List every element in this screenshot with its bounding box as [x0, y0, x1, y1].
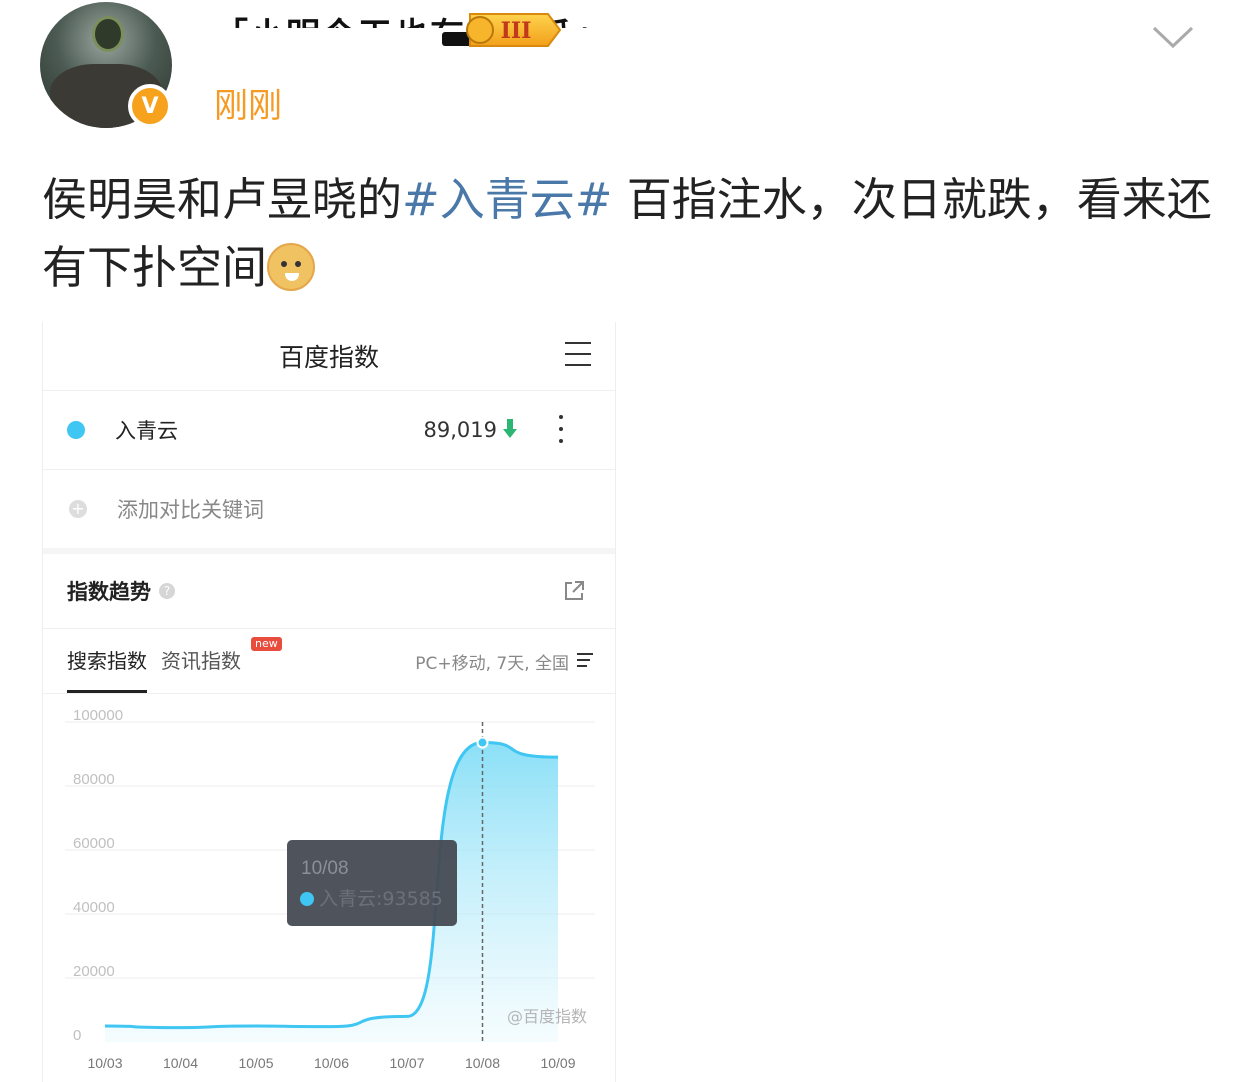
more-vertical-icon[interactable]	[559, 415, 565, 443]
x-tick-label: 10/09	[540, 1055, 575, 1071]
post-text: 侯明昊和卢昱晓的#入青云# 百指注水，次日就跌，看来还有下扑空间	[42, 166, 1212, 302]
help-icon[interactable]: ?	[159, 583, 175, 599]
y-tick-label: 60000	[73, 835, 115, 852]
trend-chart: 100000 80000 60000 40000 20000 0 10/03 10/04 10/…	[65, 707, 595, 1071]
new-badge: new	[251, 637, 282, 651]
doge-emoji-icon	[267, 243, 316, 291]
chevron-down-icon[interactable]	[1150, 22, 1196, 52]
y-tick-label: 80000	[73, 771, 115, 788]
card-title: 百度指数	[278, 343, 379, 372]
y-tick-label: 0	[73, 1027, 81, 1044]
plus-icon: +	[69, 500, 87, 518]
tooltip-date: 10/08	[301, 858, 349, 879]
y-tick-label: 100000	[73, 707, 123, 724]
rank-badge: III	[442, 13, 562, 47]
x-tick-label: 10/04	[163, 1055, 198, 1071]
data-point-highlight	[476, 736, 489, 749]
card-header: 百度指数	[43, 322, 615, 391]
keyword-row[interactable]: 入青云 89,019	[43, 391, 615, 470]
tooltip-series-dot	[300, 892, 314, 906]
y-tick-label: 20000	[73, 963, 115, 980]
trend-header: 指数趋势 ?	[43, 554, 615, 629]
x-tick-label: 10/08	[465, 1055, 500, 1071]
menu-icon[interactable]	[565, 342, 591, 366]
baidu-index-card: 百度指数 入青云 89,019 + 添加对比关键词 指数趋势 ? 搜索指数 资讯…	[42, 322, 616, 1082]
verified-v-icon: V	[128, 84, 172, 128]
trend-title: 指数趋势	[67, 580, 151, 604]
tooltip-box	[287, 840, 457, 926]
add-keyword-label: 添加对比关键词	[117, 498, 264, 522]
tooltip-value: 入青云:93585	[319, 888, 443, 910]
tab-news-index[interactable]: 资讯指数	[161, 629, 241, 693]
x-tick-label: 10/06	[314, 1055, 349, 1071]
share-icon[interactable]	[563, 580, 585, 602]
filter-summary[interactable]: PC+移动, 7天, 全国	[415, 649, 569, 674]
tab-search-index[interactable]: 搜索指数	[67, 629, 147, 693]
x-tick-label: 10/05	[238, 1055, 273, 1071]
keyword-color-dot	[67, 421, 85, 439]
y-tick-label: 40000	[73, 899, 115, 916]
filter-icon[interactable]	[577, 653, 593, 667]
rank-badge-label: III	[501, 18, 532, 44]
x-tick-label: 10/07	[389, 1055, 424, 1071]
index-tabs: 搜索指数 资讯指数 new PC+移动, 7天, 全国	[43, 629, 615, 694]
post-timestamp: 刚刚	[214, 86, 282, 126]
keyword-name: 入青云	[115, 419, 178, 443]
chart-watermark: @百度指数	[507, 1007, 587, 1026]
x-tick-label: 10/03	[87, 1055, 122, 1071]
avatar-figure	[92, 16, 124, 52]
keyword-value: 89,019	[423, 418, 497, 442]
hashtag-link[interactable]: #入青云#	[402, 173, 612, 226]
arrow-down-icon	[503, 419, 517, 438]
add-keyword-row[interactable]: + 添加对比关键词	[43, 470, 615, 548]
post-text-before: 侯明昊和卢昱晓的	[42, 173, 403, 226]
